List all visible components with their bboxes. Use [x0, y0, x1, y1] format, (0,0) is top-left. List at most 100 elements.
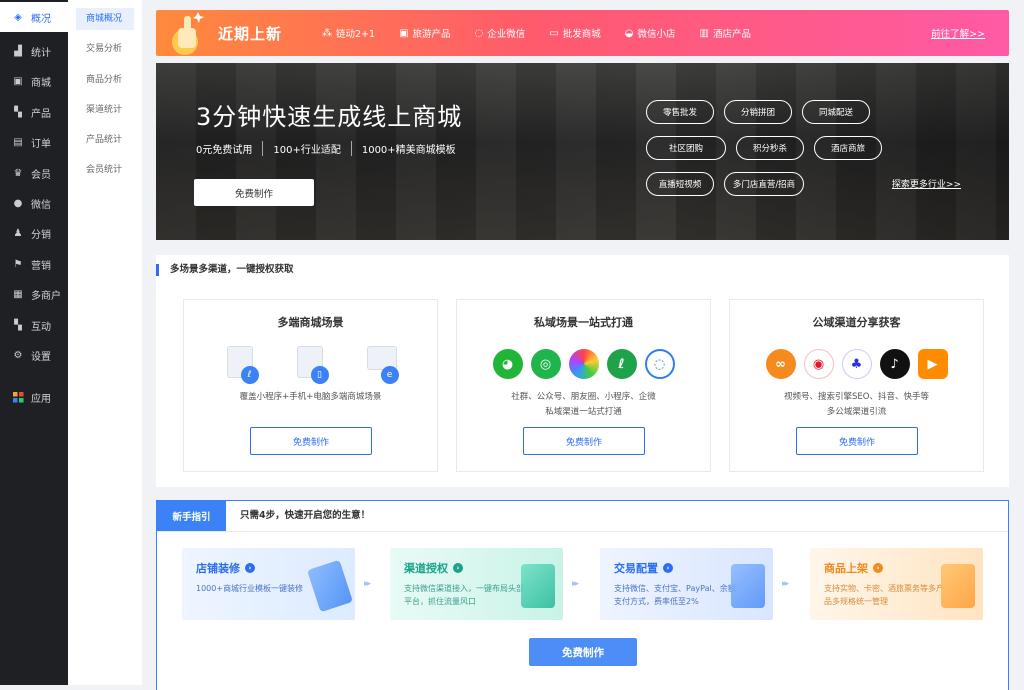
hero-banner: 3分钟快速生成线上商城 0元免费试用 100+行业适配 1000+精美商城模板 …: [156, 63, 1009, 240]
step-title: 渠道授权 ›: [404, 560, 463, 576]
subnav-item-product-stats[interactable]: 产品统计: [76, 129, 134, 151]
share-icon: ⁂: [322, 27, 333, 39]
mobile-icon: ▯: [293, 344, 329, 384]
industry-tag[interactable]: 多门店直营/招商: [724, 172, 804, 196]
step-product-listing[interactable]: 商品上架 › 支持实物、卡密、酒旅票务等多产品多规格统一管理: [810, 548, 983, 620]
hero-feature: 100+行业适配: [262, 141, 350, 156]
step-channel-authorization[interactable]: 渠道授权 › 支持微信渠道接入，一键布局头部平台，抓住流量风口: [390, 548, 563, 620]
step-title-text: 渠道授权: [404, 562, 448, 575]
subnav-item-member-stats[interactable]: 会员统计: [76, 159, 134, 181]
step-title: 交易配置 ›: [614, 560, 673, 576]
channels-icon: ∞: [765, 349, 796, 379]
sidebar-item-label: 营销: [31, 260, 51, 272]
sidebar-item-mall[interactable]: ▣ 商城: [0, 67, 68, 97]
sidebar-item-label: 微信: [31, 200, 51, 212]
sidebar-item-distribution[interactable]: ♟ 分销: [0, 219, 68, 249]
sidebar-item-interaction[interactable]: ▚ 互动: [0, 310, 68, 340]
mini-program-icon: ℓ: [223, 344, 259, 384]
card-multi-terminal: 多端商城场景 ℓ ▯ e 覆盖小程序+手机+电脑多端商城场景 免费制作: [183, 299, 438, 472]
sidebar-item-wechat[interactable]: ● 微信: [0, 188, 68, 218]
layers-icon: ◈: [14, 11, 22, 23]
sidebar-item-marketing[interactable]: ⚑ 营销: [0, 249, 68, 279]
hero-free-create-button[interactable]: 免费制作: [194, 179, 314, 206]
card-title: 公域渠道分享获客: [812, 316, 901, 329]
primary-sidebar: ◈ 概况 ▟ 统计 ▣ 商城 ▚ 产品 ▤ 订单 ♛ 会员 ● 微信 ♟ 分销 ⚑ 营销 ▦ 多商户…: [0, 0, 68, 685]
banner-more-link[interactable]: 前往了解>>: [931, 26, 985, 40]
sidebar-item-label: 多商户: [31, 291, 61, 303]
beginner-guide-section: 新手指引 只需4步，快速开启您的生意！ 店铺装修 › 1000+商城行业模板一键装…: [156, 500, 1009, 690]
card-free-create-button[interactable]: 免费制作: [523, 427, 645, 455]
industry-tag[interactable]: 分销拼团: [724, 100, 792, 124]
thumbs-up-icon: [168, 10, 208, 56]
step-title: 店铺装修 ›: [196, 560, 255, 576]
industry-tag[interactable]: 酒店商旅: [814, 136, 882, 160]
step-description: 1000+商城行业模板一键装修: [196, 584, 304, 593]
subnav-item-channel-stats[interactable]: 渠道统计: [76, 99, 134, 121]
banner-link-wecom[interactable]: ◌ 企业微信: [475, 26, 526, 41]
step-arrow-icon: ▸▸: [364, 579, 371, 589]
industry-tag[interactable]: 直播短视频: [646, 172, 714, 196]
guide-heading: 只需4步，快速开启您的生意！: [240, 510, 371, 521]
gear-icon: ⚙: [13, 349, 23, 361]
sidebar-item-apps[interactable]: 应用: [0, 383, 68, 413]
users-icon: ♟: [13, 228, 23, 240]
sidebar-item-merchants[interactable]: ▦ 多商户: [0, 280, 68, 310]
banner-title: 近期上新: [218, 24, 283, 43]
industry-tag[interactable]: 同城配送: [802, 100, 870, 124]
card-public-domain: 公域渠道分享获客 ∞ ◉ ♣ ♪ ▶ 视频号、搜索引擎SEO、抖音、快手等 多公…: [729, 299, 984, 472]
crown-icon: ♛: [13, 167, 23, 179]
sidebar-item-stats[interactable]: ▟ 统计: [0, 36, 68, 66]
card-desc-line: 私域渠道一站式打通: [545, 407, 622, 417]
flag-icon: ⚑: [13, 258, 23, 270]
grid-icon: ▚: [14, 106, 22, 118]
step-title-text: 店铺装修: [196, 562, 240, 575]
secondary-nav: 商城概况 交易分析 商品分析 渠道统计 产品统计 会员统计: [68, 0, 142, 685]
app-grid-icon: [12, 392, 24, 404]
banner-link-wechat-shop[interactable]: ◒ 微信小店: [625, 26, 676, 41]
guide-tab[interactable]: 新手指引: [157, 501, 226, 531]
chevron-right-icon: ›: [245, 563, 255, 573]
sidebar-item-orders[interactable]: ▤ 订单: [0, 128, 68, 158]
hero-title: 3分钟快速生成线上商城: [196, 103, 463, 131]
explore-industries-link[interactable]: 探索更多行业>>: [892, 177, 961, 190]
banner-link-label: 旅游产品: [412, 29, 451, 40]
industry-tag[interactable]: 积分秒杀: [736, 136, 804, 160]
banner-link-wholesale[interactable]: ▭ 批发商城: [549, 26, 601, 41]
album-icon: [568, 349, 599, 379]
wechat-icon: ●: [13, 198, 23, 210]
banner-link-hotel[interactable]: ▥ 酒店产品: [700, 26, 751, 41]
subnav-item-mall-overview[interactable]: 商城概况: [76, 8, 134, 30]
industry-tag[interactable]: 社区团购: [646, 136, 726, 160]
step-description: 支持微信、支付宝、PayPal、余额支付方式，费率低至2%: [614, 584, 736, 606]
industry-tag[interactable]: 零售批发: [646, 100, 714, 124]
card-free-create-button[interactable]: 免费制作: [796, 427, 918, 455]
card-title: 私域场景一站式打通: [534, 316, 633, 329]
wecom-icon: ◌: [644, 349, 675, 379]
sidebar-item-overview[interactable]: ◈ 概况: [0, 2, 68, 33]
sidebar-item-members[interactable]: ♛ 会员: [0, 158, 68, 188]
step-title: 商品上架 ›: [824, 560, 883, 576]
card-description: 视频号、搜索引擎SEO、抖音、快手等 多公域渠道引流: [730, 390, 983, 420]
chevron-right-icon: ›: [663, 563, 673, 573]
sidebar-item-products[interactable]: ▚ 产品: [0, 97, 68, 127]
guide-free-create-button[interactable]: 免费制作: [529, 638, 637, 666]
clipboard-icon: ▤: [13, 137, 23, 149]
subnav-item-product-analysis[interactable]: 商品分析: [76, 69, 134, 91]
card-desc-line: 视频号、搜索引擎SEO、抖音、快手等: [784, 392, 929, 402]
step-store-decoration[interactable]: 店铺装修 › 1000+商城行业模板一键装修: [182, 548, 355, 620]
banner-link-label: 酒店产品: [712, 29, 751, 40]
banner-link-chain[interactable]: ⁂ 链动2+1: [322, 26, 375, 41]
subnav-item-transaction-analysis[interactable]: 交易分析: [76, 38, 134, 60]
card-free-create-button[interactable]: 免费制作: [250, 427, 372, 455]
step-transaction-config[interactable]: 交易配置 › 支持微信、支付宝、PayPal、余额支付方式，费率低至2%: [600, 548, 773, 620]
sidebar-item-label: 设置: [31, 351, 51, 363]
step-arrow-icon: ▸▸: [782, 579, 789, 589]
sidebar-item-settings[interactable]: ⚙ 设置: [0, 340, 68, 370]
store-icon: ▣: [13, 76, 23, 88]
section-title: 多场景多渠道，一键授权获取: [170, 264, 294, 275]
card-icons: ∞ ◉ ♣ ♪ ▶: [730, 344, 983, 384]
wechat-icon: ◕: [492, 349, 523, 379]
banner-link-travel[interactable]: ▣ 旅游产品: [399, 26, 451, 41]
banner-link-label: 批发商城: [562, 29, 601, 40]
step-description: 支持实物、卡密、酒旅票务等多产品多规格统一管理: [824, 584, 944, 606]
